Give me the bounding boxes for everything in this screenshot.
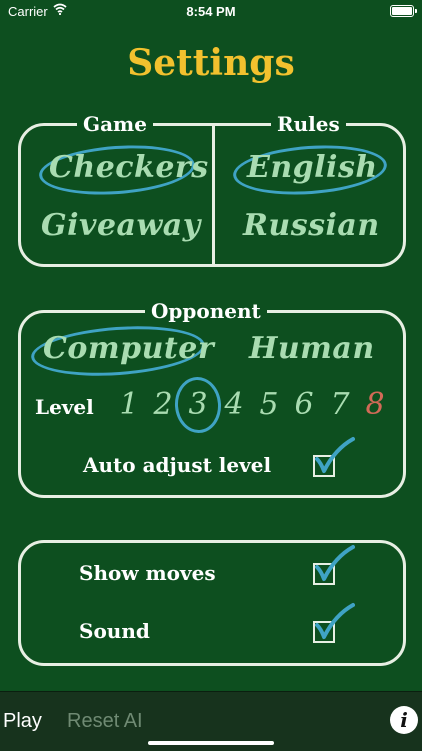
checkmark-icon [315, 603, 355, 639]
battery-icon [390, 5, 417, 17]
rules-section-label: Rules [271, 111, 346, 137]
options-panel: Show moves Sound [18, 540, 406, 666]
auto-adjust-checkbox[interactable] [313, 437, 355, 477]
info-icon[interactable]: i [390, 706, 418, 734]
reset-ai-button[interactable]: Reset AI [67, 710, 143, 733]
level-8[interactable]: 8 [362, 387, 388, 423]
level-4[interactable]: 4 [221, 387, 247, 423]
opponent-panel: Opponent Computer Human Level 1 2 3 4 5 … [18, 298, 406, 498]
game-section-label: Game [77, 111, 153, 137]
level-5[interactable]: 5 [256, 387, 282, 423]
status-bar: Carrier 8:54 PM [0, 0, 422, 24]
opponent-option-computer[interactable]: Computer [43, 331, 214, 367]
page-title: Settings [127, 42, 295, 84]
clock-time: 8:54 PM [186, 4, 236, 19]
rules-option-english[interactable]: English [247, 150, 378, 186]
level-1[interactable]: 1 [116, 387, 142, 423]
play-button[interactable]: Play [3, 710, 42, 733]
sound-checkbox[interactable] [313, 603, 355, 643]
show-moves-checkbox[interactable] [313, 545, 355, 585]
level-7[interactable]: 7 [327, 387, 353, 423]
game-option-checkers[interactable]: Checkers [49, 150, 209, 186]
level-label: Level [35, 395, 94, 419]
opponent-section-label: Opponent [145, 298, 267, 324]
panel-divider [212, 126, 215, 264]
game-option-giveaway[interactable]: Giveaway [41, 208, 201, 244]
level-2[interactable]: 2 [150, 387, 176, 423]
level-3[interactable]: 3 [185, 387, 211, 423]
level-6[interactable]: 6 [291, 387, 317, 423]
opponent-option-human[interactable]: Human [249, 331, 375, 367]
show-moves-label: Show moves [79, 561, 216, 585]
checkmark-icon [315, 437, 355, 473]
auto-adjust-label: Auto adjust level [83, 453, 272, 477]
rules-option-russian[interactable]: Russian [243, 208, 380, 244]
checkmark-icon [315, 545, 355, 581]
game-rules-panel: Game Rules Checkers Giveaway English Rus… [18, 111, 406, 267]
home-indicator [148, 741, 274, 745]
sound-label: Sound [79, 619, 150, 643]
